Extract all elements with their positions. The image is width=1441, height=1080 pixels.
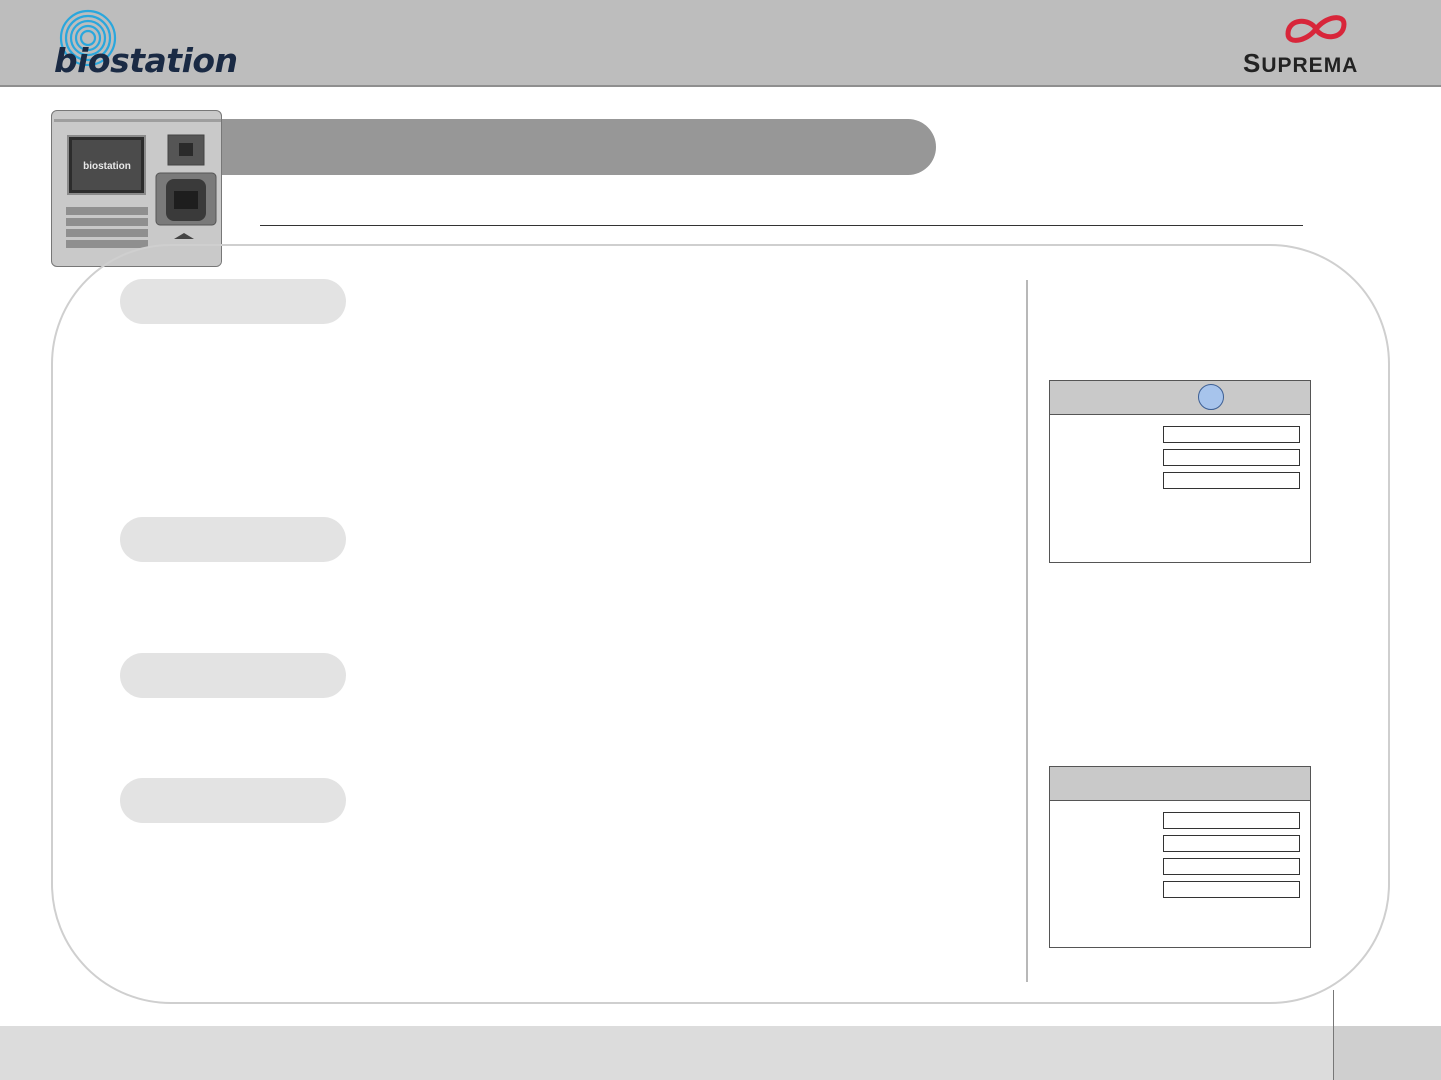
column-divider [1026, 280, 1028, 982]
dialog-2-titlebar [1050, 767, 1310, 801]
brand-left-text: biostation [54, 41, 238, 80]
section-label-2 [120, 517, 346, 562]
status-badge [1198, 384, 1224, 410]
header-bar: biostation SUPREMA [0, 0, 1441, 87]
dialog-1-field-3[interactable] [1163, 472, 1300, 489]
dialog-2-field-2[interactable] [1163, 835, 1300, 852]
section-title-bar [190, 119, 936, 175]
suprema-logo: SUPREMA [1240, 12, 1400, 78]
dialog-2-field-1[interactable] [1163, 812, 1300, 829]
brand-right-text: SUPREMA [1243, 48, 1359, 78]
title-underline [260, 225, 1303, 226]
section-label-4 [120, 778, 346, 823]
footer-divider [1333, 990, 1334, 1080]
dialog-1-titlebar [1050, 381, 1310, 415]
infinity-logo-icon [1285, 15, 1347, 43]
section-label-3 [120, 653, 346, 698]
biostation-logo: biostation [50, 8, 250, 80]
dialog-2-field-4[interactable] [1163, 881, 1300, 898]
dialog-mockup-2 [1049, 766, 1311, 948]
page-number-tab [1333, 1026, 1441, 1080]
dialog-1-field-2[interactable] [1163, 449, 1300, 466]
svg-text:biostation: biostation [83, 161, 131, 172]
dialog-mockup-1 [1049, 380, 1311, 563]
dialog-1-field-1[interactable] [1163, 426, 1300, 443]
section-label-1 [120, 279, 346, 324]
dialog-2-field-3[interactable] [1163, 858, 1300, 875]
footer-bar [0, 1026, 1441, 1080]
